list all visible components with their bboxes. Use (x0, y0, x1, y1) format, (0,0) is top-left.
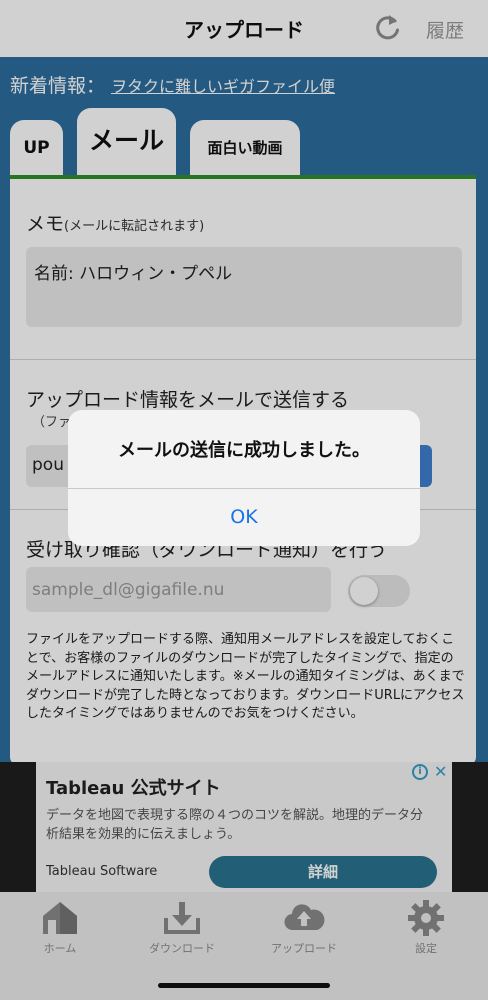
success-alert: メールの送信に成功しました。 OK (68, 410, 420, 546)
ok-button[interactable]: OK (68, 489, 420, 546)
alert-message: メールの送信に成功しました。 (118, 440, 370, 461)
